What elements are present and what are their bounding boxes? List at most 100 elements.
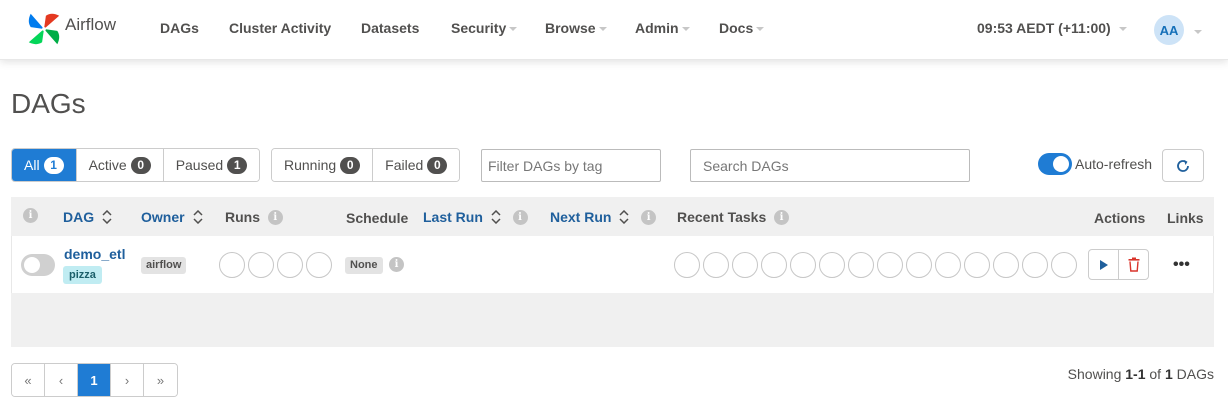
task-status-circle[interactable] <box>877 252 903 278</box>
task-status-circle[interactable] <box>1051 252 1077 278</box>
page-prev-button[interactable]: ‹ <box>45 364 78 396</box>
nav-cluster-activity[interactable]: Cluster Activity <box>229 20 331 36</box>
run-status-circle[interactable] <box>306 252 332 278</box>
task-status-circle[interactable] <box>848 252 874 278</box>
header-last-run-label: Last Run <box>423 209 483 225</box>
run-filter-group: Running 0 Failed 0 <box>271 148 461 182</box>
filter-all-label: All <box>24 157 40 173</box>
page-current-button[interactable]: 1 <box>78 364 111 396</box>
filter-paused[interactable]: Paused 1 <box>163 149 260 181</box>
chevron-down-icon <box>598 27 607 31</box>
owner-badge[interactable]: airflow <box>141 257 187 274</box>
trigger-dag-button[interactable] <box>1089 250 1118 279</box>
dag-actions <box>1088 249 1149 280</box>
task-status-circle[interactable] <box>761 252 787 278</box>
filter-failed[interactable]: Failed 0 <box>373 149 460 181</box>
nav-datasets-label: Datasets <box>361 20 420 36</box>
page-first-button[interactable]: « <box>12 364 45 396</box>
refresh-button[interactable] <box>1162 149 1204 182</box>
count-badge: 0 <box>340 156 361 174</box>
chevron-down-icon <box>509 27 518 31</box>
task-status-circle[interactable] <box>790 252 816 278</box>
header-owner[interactable]: Owner <box>141 209 203 225</box>
tag-filter-input[interactable] <box>481 149 661 182</box>
header-runs-label: Runs <box>225 209 260 225</box>
nav-dags-label: DAGs <box>160 20 199 36</box>
nav-browse[interactable]: Browse <box>545 20 607 36</box>
task-status-circle[interactable] <box>906 252 932 278</box>
delete-dag-button[interactable] <box>1118 250 1148 279</box>
info-icon: i <box>389 257 404 272</box>
brand[interactable]: Airflow <box>25 9 116 49</box>
run-status-circle[interactable] <box>277 252 303 278</box>
showing-prefix: Showing <box>1067 366 1122 382</box>
auto-refresh-label: Auto-refresh <box>1075 156 1153 172</box>
task-status-circle[interactable] <box>1022 252 1048 278</box>
table-empty-area <box>11 293 1214 347</box>
trash-icon <box>1128 257 1140 272</box>
nav-docs[interactable]: Docs <box>719 20 765 36</box>
page-last-button[interactable]: » <box>144 364 177 396</box>
sort-icon <box>619 210 629 224</box>
user-avatar[interactable]: AA <box>1154 15 1184 45</box>
navbar: Airflow DAGs Cluster Activity Datasets S… <box>0 0 1228 60</box>
task-status-circle[interactable] <box>674 252 700 278</box>
showing-count: Showing 1-1 of 1 DAGs <box>1068 366 1214 382</box>
run-status-circle[interactable] <box>248 252 274 278</box>
showing-of: of <box>1149 366 1162 382</box>
info-icon: i <box>267 209 283 225</box>
header-next-run-label: Next Run <box>550 209 612 225</box>
task-status-circle[interactable] <box>935 252 961 278</box>
dag-id-link[interactable]: demo_etl <box>64 246 125 262</box>
sort-icon <box>193 210 203 224</box>
task-status-circle[interactable] <box>993 252 1019 278</box>
header-last-run[interactable]: Last Run i <box>423 209 528 225</box>
chevron-down-icon <box>1118 27 1127 31</box>
dag-pause-toggle[interactable] <box>21 254 55 276</box>
nav-dags[interactable]: DAGs <box>160 20 199 36</box>
header-dag[interactable]: DAG <box>63 209 112 225</box>
current-time: 09:53 AEDT (+11:00) <box>977 20 1111 36</box>
count-badge: 1 <box>43 156 64 174</box>
header-next-run[interactable]: Next Run i <box>550 209 657 225</box>
nav-admin-label: Admin <box>635 20 679 36</box>
dag-tag[interactable]: pizza <box>63 266 102 284</box>
nav-security[interactable]: Security <box>451 20 518 36</box>
chevron-down-icon[interactable] <box>1194 30 1202 34</box>
header-links: Links <box>1167 210 1204 226</box>
filter-running[interactable]: Running 0 <box>272 149 374 181</box>
info-icon: i <box>512 209 528 225</box>
chevron-down-icon <box>681 27 690 31</box>
status-filter-group: All 1 Active 0 Paused 1 <box>11 148 261 182</box>
play-icon <box>1099 259 1108 270</box>
task-status-circle[interactable] <box>964 252 990 278</box>
count-badge: 0 <box>130 156 151 174</box>
task-status-circle[interactable] <box>703 252 729 278</box>
filter-failed-label: Failed <box>385 157 424 173</box>
filter-all[interactable]: All 1 <box>12 149 77 181</box>
search-dags-input[interactable] <box>690 149 970 182</box>
nav-admin[interactable]: Admin <box>635 20 690 36</box>
filter-active[interactable]: Active 0 <box>76 149 164 181</box>
task-status-circle[interactable] <box>819 252 845 278</box>
info-icon: i <box>774 209 790 225</box>
header-actions-label: Actions <box>1094 210 1146 226</box>
timezone-dropdown[interactable]: 09:53 AEDT (+11:00) <box>977 20 1127 36</box>
airflow-logo-icon <box>28 13 60 45</box>
chevron-down-icon <box>756 27 765 31</box>
sort-icon <box>491 210 501 224</box>
pagination: « ‹ 1 › » <box>11 363 178 397</box>
header-owner-label: Owner <box>141 209 185 225</box>
count-badge: 1 <box>227 156 248 174</box>
schedule-badge: None <box>345 257 383 274</box>
brand-name: Airflow <box>65 15 117 34</box>
nav-datasets[interactable]: Datasets <box>361 20 419 36</box>
task-status-circle[interactable] <box>732 252 758 278</box>
page-next-button[interactable]: › <box>111 364 144 396</box>
auto-refresh-toggle[interactable] <box>1038 153 1072 175</box>
run-status-circle[interactable] <box>219 252 245 278</box>
more-links-icon[interactable]: ••• <box>1173 256 1190 274</box>
filter-active-label: Active <box>88 157 127 173</box>
nav-security-label: Security <box>451 20 507 36</box>
header-info: i <box>23 208 38 223</box>
